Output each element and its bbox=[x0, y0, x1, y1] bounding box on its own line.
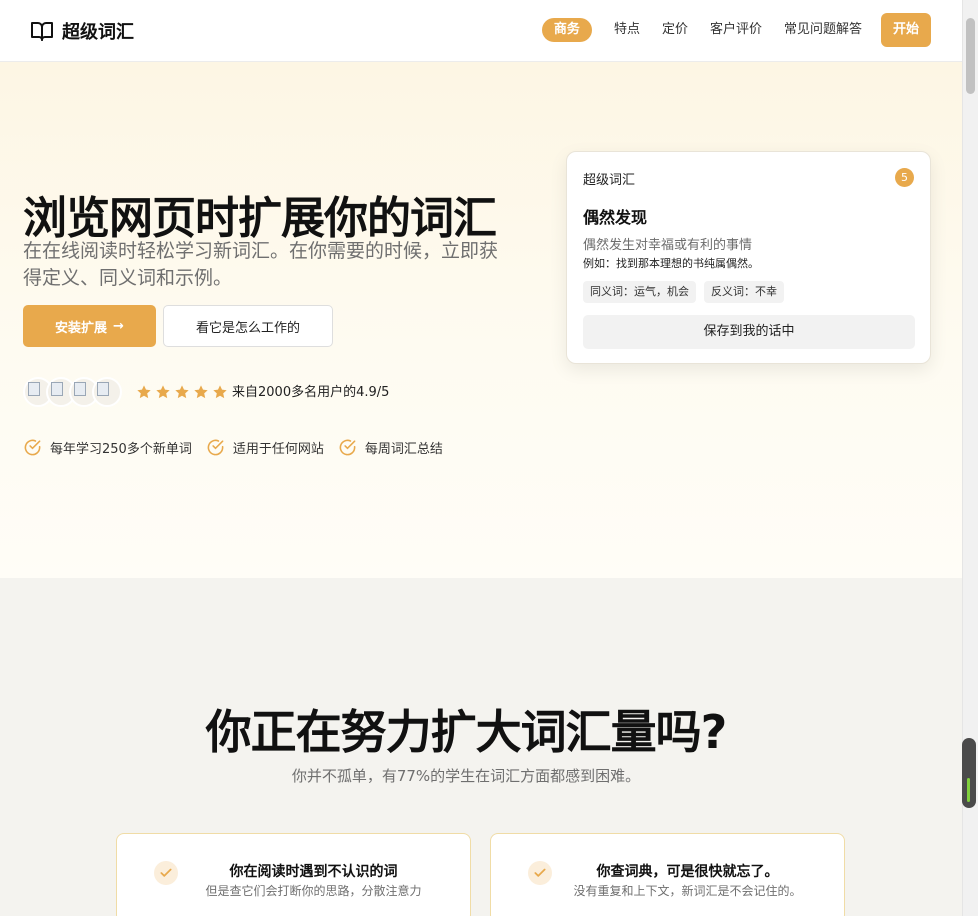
start-button[interactable]: 开始 bbox=[881, 13, 931, 47]
hero-subtitle: 在在线阅读时轻松学习新词汇。在你需要的时候，立即获得定义、同义词和示例。 bbox=[23, 240, 499, 289]
check-circle-icon bbox=[24, 439, 41, 456]
star-icon bbox=[194, 385, 208, 399]
how-it-works-label: 看它是怎么工作的 bbox=[195, 320, 300, 336]
nav-pricing[interactable]: 定价 bbox=[662, 18, 688, 42]
feature-item: 每年学习250多个新单词 bbox=[23, 438, 192, 457]
count-badge: 5 bbox=[895, 168, 914, 187]
user-avatars bbox=[23, 377, 122, 407]
feature-label: 每年学习250多个新单词 bbox=[50, 442, 192, 457]
nav-business[interactable]: 商务 bbox=[541, 18, 592, 42]
nav-faq[interactable]: 常见问题解答 bbox=[784, 18, 862, 42]
feature-label: 每周词汇总结 bbox=[364, 442, 443, 457]
floating-widget[interactable] bbox=[962, 738, 976, 808]
scrollbar-thumb[interactable] bbox=[966, 18, 975, 94]
how-it-works-button[interactable]: 看它是怎么工作的 bbox=[163, 305, 333, 347]
logo[interactable]: 超级词汇 bbox=[30, 18, 134, 44]
problem-card: 你查词典，可是很快就忘了。 没有重复和上下文，新词汇是不会记住的。 bbox=[490, 833, 845, 916]
main-nav: 商务 特点 定价 客户评价 常见问题解答 开始 bbox=[541, 13, 931, 47]
book-icon bbox=[31, 22, 53, 41]
problem-card-desc: 没有重复和上下文，新词汇是不会记住的。 bbox=[573, 884, 802, 898]
feature-item: 每周词汇总结 bbox=[338, 438, 443, 457]
problem-card: 你在阅读时遇到不认识的词 但是查它们会打断你的思路，分散注意力 bbox=[116, 833, 471, 916]
card-example: 例如：找到那本理想的书纯属偶然。 bbox=[583, 257, 759, 270]
problem-card-desc: 但是查它们会打断你的思路，分散注意力 bbox=[205, 884, 422, 898]
problem-title: 你正在努力扩大词汇量吗? bbox=[205, 705, 728, 759]
avatar bbox=[92, 377, 122, 407]
problem-card-title: 你查词典，可是很快就忘了。 bbox=[596, 864, 779, 880]
card-definition: 偶然发生对幸福或有利的事情 bbox=[583, 238, 753, 253]
antonyms-tag: 反义词：不幸 bbox=[704, 281, 784, 303]
arrow-right-icon: → bbox=[113, 318, 124, 334]
star-icon bbox=[137, 385, 151, 399]
vocab-preview-card: 超级词汇 5 偶然发现 偶然发生对幸福或有利的事情 例如：找到那本理想的书纯属偶… bbox=[566, 151, 931, 364]
feature-label: 适用于任何网站 bbox=[232, 442, 324, 457]
nav-testimonials[interactable]: 客户评价 bbox=[710, 18, 762, 42]
rating-text: 来自2000多名用户的4.9/5 bbox=[232, 385, 390, 400]
install-label: 安装扩展 bbox=[55, 320, 108, 336]
card-tags: 同义词：运气，机会 反义词：不幸 bbox=[583, 281, 784, 303]
star-icon bbox=[175, 385, 189, 399]
check-circle-icon bbox=[339, 439, 356, 456]
card-app-name: 超级词汇 bbox=[583, 173, 636, 188]
hero-title: 浏览网页时扩展你的词汇 bbox=[23, 193, 497, 244]
site-header: 超级词汇 商务 特点 定价 客户评价 常见问题解答 开始 bbox=[0, 0, 962, 62]
problem-card-title: 你在阅读时遇到不认识的词 bbox=[229, 864, 398, 880]
star-icon bbox=[213, 385, 227, 399]
problem-subtitle: 你并不孤单，有77%的学生在词汇方面都感到困难。 bbox=[291, 767, 641, 785]
rating-stars bbox=[136, 384, 228, 400]
check-circle-icon bbox=[207, 439, 224, 456]
install-extension-button[interactable]: 安装扩展 → bbox=[23, 305, 156, 347]
nav-features[interactable]: 特点 bbox=[614, 18, 640, 42]
logo-text: 超级词汇 bbox=[62, 22, 134, 43]
feature-list: 每年学习250多个新单词 适用于任何网站 每周词汇总结 bbox=[23, 438, 443, 457]
problem-section: 你正在努力扩大词汇量吗? 你并不孤单，有77%的学生在词汇方面都感到困难。 你在… bbox=[0, 578, 962, 916]
feature-item: 适用于任何网站 bbox=[206, 438, 324, 457]
save-word-button[interactable]: 保存到我的话中 bbox=[583, 315, 915, 349]
star-icon bbox=[156, 385, 170, 399]
card-word: 偶然发现 bbox=[583, 208, 648, 227]
synonyms-tag: 同义词：运气，机会 bbox=[583, 281, 696, 303]
